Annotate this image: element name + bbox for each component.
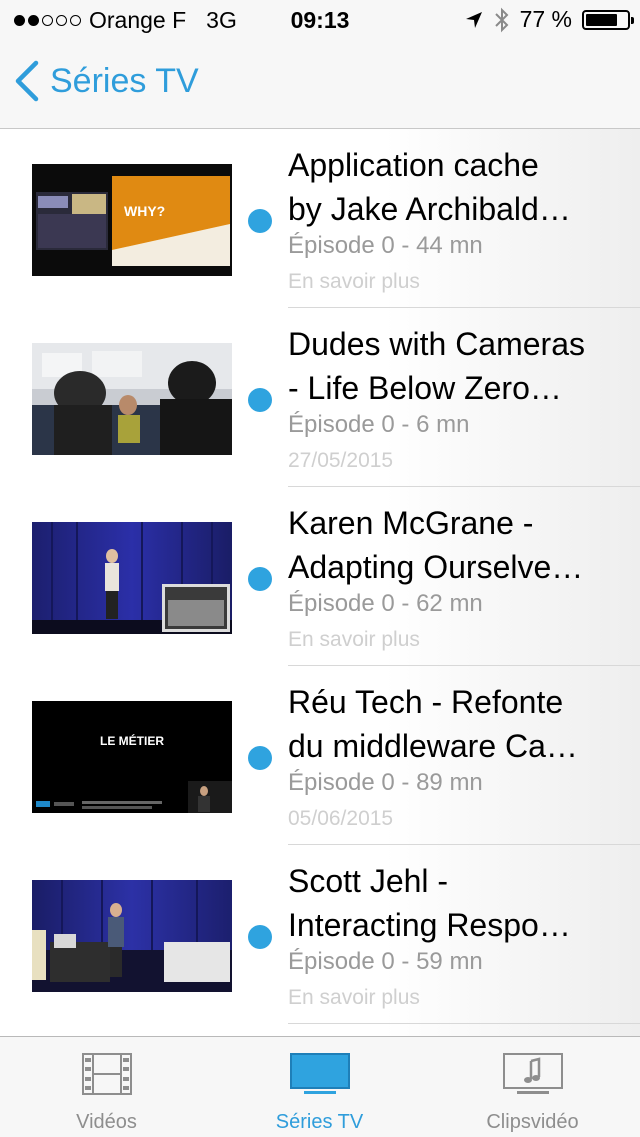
battery-percent: 77 % — [519, 6, 572, 32]
episode-title: Réu Tech - Refonte du middleware Ca… — [288, 684, 578, 764]
episode-meta: Épisode 0 - 62 mn — [288, 590, 483, 617]
episode-thumbnail — [32, 880, 232, 992]
navigation-bar: Séries TV — [0, 40, 640, 129]
episode-title: Application cache by Jake Archibald… — [288, 147, 571, 227]
location-arrow-icon — [465, 11, 482, 28]
episode-meta: Épisode 0 - 6 mn — [288, 411, 470, 438]
tab-music-videos[interactable]: Clipsvidéo — [426, 1037, 639, 1137]
episode-row[interactable]: Dudes with Cameras - Life Below Zero… Ép… — [0, 308, 640, 487]
status-right: 77 % — [464, 6, 634, 33]
tab-label: Vidéos — [76, 1111, 137, 1133]
unread-dot — [248, 209, 272, 233]
episode-title: Scott Jehl - Interacting Respo… — [288, 863, 571, 943]
thumbnail-caption: LE MÉTIER — [100, 733, 164, 748]
episode-thumbnail: WHY? — [32, 164, 232, 276]
episode-date: 27/05/2015 — [288, 449, 394, 472]
unread-dot — [248, 746, 272, 770]
episode-meta: Épisode 0 - 59 mn — [288, 948, 483, 975]
episode-meta: Épisode 0 - 89 mn — [288, 769, 483, 796]
tab-label: Clipsvidéo — [486, 1111, 579, 1133]
back-button-label: Séries TV — [50, 61, 199, 100]
episode-thumbnail — [32, 522, 232, 634]
music-video-icon — [502, 1053, 563, 1094]
bluetooth-icon — [494, 7, 508, 32]
episode-row[interactable]: WHY? Application cache by Jake Archibald… — [0, 129, 640, 308]
tv-icon — [289, 1053, 350, 1094]
more-info-link[interactable]: En savoir plus — [288, 986, 420, 1010]
episode-row[interactable]: LE MÉTIER Réu Tech - Refonte du middlewa… — [0, 666, 640, 845]
battery-icon — [582, 9, 634, 30]
tab-tv-series[interactable]: Séries TV — [213, 1037, 426, 1137]
tab-videos[interactable]: Vidéos — [0, 1037, 213, 1137]
episode-thumbnail: LE MÉTIER — [32, 701, 232, 813]
episode-title: Karen McGrane - Adapting Ourselve… — [288, 505, 584, 585]
tab-bar: Vidéos Séries TV Clipsvidéo — [0, 1036, 640, 1137]
thumbnail-caption: WHY? — [124, 203, 165, 219]
episode-title: Dudes with Cameras - Life Below Zero… — [288, 326, 585, 406]
episode-meta: Épisode 0 - 44 mn — [288, 232, 483, 259]
episode-row[interactable]: Karen McGrane - Adapting Ourselve… Épiso… — [0, 487, 640, 666]
unread-dot — [248, 388, 272, 412]
row-separator — [288, 1023, 640, 1024]
status-bar: Orange F 3G 09:13 77 % — [0, 0, 640, 40]
film-strip-icon — [81, 1053, 132, 1095]
back-button[interactable]: Séries TV — [14, 60, 199, 102]
more-info-link[interactable]: En savoir plus — [288, 628, 420, 652]
episode-row[interactable]: Scott Jehl - Interacting Respo… Épisode … — [0, 845, 640, 1024]
more-info-link[interactable]: En savoir plus — [288, 270, 420, 294]
unread-dot — [248, 567, 272, 591]
episode-date: 05/06/2015 — [288, 807, 394, 830]
battery-level-fill — [586, 13, 617, 26]
chevron-left-icon — [15, 60, 39, 102]
tab-label: Séries TV — [275, 1111, 364, 1133]
episode-thumbnail — [32, 343, 232, 455]
episode-list[interactable]: WHY? Application cache by Jake Archibald… — [0, 129, 640, 1036]
unread-dot — [248, 925, 272, 949]
